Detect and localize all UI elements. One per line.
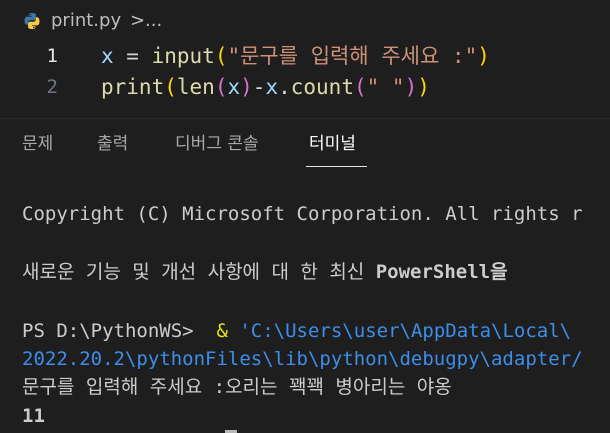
code-text[interactable]: x = input("문구를 입력해 주세요 :") xyxy=(101,40,490,72)
code-token: "문구를 입력해 주세요 :" xyxy=(227,44,478,68)
terminal-output: 11 xyxy=(22,405,45,427)
line-number: 2 xyxy=(46,76,58,98)
terminal-command-path-continued: 2022.20.2\pythonFiles\lib\python\debugpy… xyxy=(22,348,583,370)
code-editor[interactable]: 1 x = input("문구를 입력해 주세요 :") 2 print(len… xyxy=(0,40,610,110)
panel-tabs: 문제 출력 디버그 콘솔 터미널 xyxy=(0,119,610,169)
code-token: - xyxy=(252,75,266,99)
code-text[interactable]: print(len(x)-x.count(" ")) xyxy=(101,71,430,103)
code-token: x xyxy=(101,44,114,68)
line-number: 1 xyxy=(46,45,58,67)
terminal-prompt: PS D:\PythonWS> xyxy=(22,320,206,342)
terminal-input-line: 문구를 입력해 주세요 :오리는 꽥꽥 병아리는 야옹 xyxy=(22,376,452,398)
tab-problems[interactable]: 문제 xyxy=(22,132,53,156)
breadcrumb-more[interactable]: ... xyxy=(145,9,162,33)
terminal[interactable]: Copyright (C) Microsoft Corporation. All… xyxy=(0,169,610,433)
code-token: = xyxy=(113,44,152,68)
code-token: ( xyxy=(164,75,177,99)
code-token: ) xyxy=(240,75,253,99)
code-token: x xyxy=(227,75,241,99)
tab-terminal[interactable]: 터미널 xyxy=(309,132,356,156)
code-token: len xyxy=(176,75,215,99)
breadcrumb: print.py > ... xyxy=(0,0,610,40)
code-token: " " xyxy=(366,75,405,99)
code-token: . xyxy=(278,75,291,99)
tab-output[interactable]: 출력 xyxy=(97,132,128,156)
tab-debug-console[interactable]: 디버그 콘솔 xyxy=(175,132,259,156)
code-token: print xyxy=(101,75,165,99)
terminal-notice-bold: PowerShell을 xyxy=(375,261,508,283)
code-token: ( xyxy=(353,75,367,99)
code-token: ( xyxy=(214,75,228,99)
breadcrumb-filename[interactable]: print.py xyxy=(51,9,121,33)
chevron-right-icon: > xyxy=(130,10,146,31)
python-icon xyxy=(23,12,41,30)
code-token: ) xyxy=(417,75,430,99)
terminal-command-path: 'C:\Users\user\AppData\Local\ xyxy=(239,320,572,342)
terminal-command-line: PS D:\PythonWS> & 'C:\Users\user\AppData… xyxy=(22,317,571,345)
code-token: ) xyxy=(477,44,490,68)
code-line-2[interactable]: 2 print(len(x)-x.count(" ")) xyxy=(0,71,610,103)
terminal-powershell-notice: 새로운 기능 및 개선 사항에 대 한 최신 PowerShell을 xyxy=(22,258,508,286)
code-token: ( xyxy=(214,44,228,68)
code-token: input xyxy=(151,44,215,68)
terminal-notice-text: 새로운 기능 및 개선 사항에 대 한 최신 xyxy=(22,261,376,283)
terminal-ampersand: & xyxy=(205,320,240,342)
terminal-copyright: Copyright (C) Microsoft Corporation. All… xyxy=(22,203,583,225)
code-line-1[interactable]: 1 x = input("문구를 입력해 주세요 :") xyxy=(0,40,610,72)
code-token: x xyxy=(265,75,279,99)
code-token: count xyxy=(290,75,354,99)
active-tab-indicator xyxy=(306,166,367,167)
code-token: ) xyxy=(404,75,418,99)
